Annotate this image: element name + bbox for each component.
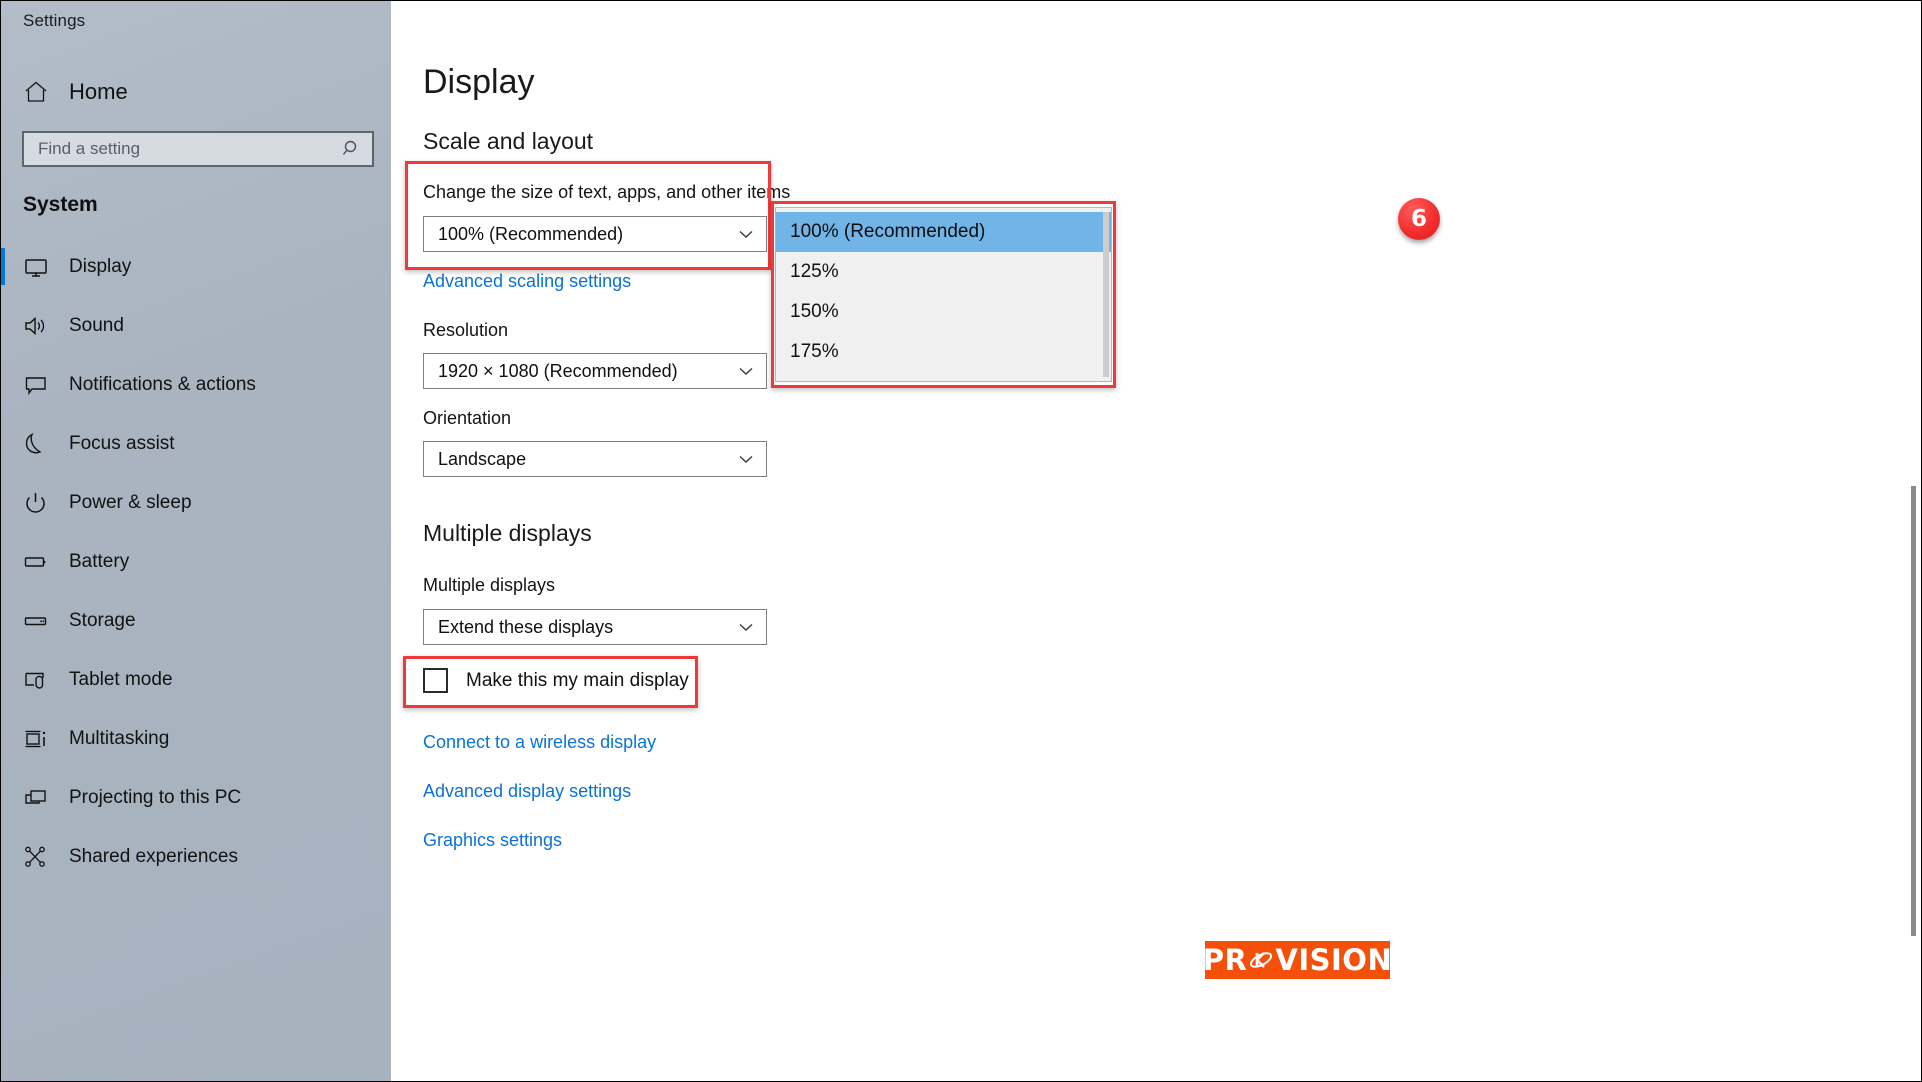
sidebar-item-battery-label: Battery — [69, 550, 130, 572]
multiple-displays-dropdown-value: Extend these displays — [438, 616, 614, 637]
dropdown-option-150-label: 150% — [790, 301, 839, 322]
sidebar-item-shared-experiences-label: Shared experiences — [69, 845, 238, 867]
sidebar-item-home[interactable]: Home — [1, 69, 391, 115]
dropdown-option-175-label: 175% — [790, 341, 839, 362]
sidebar-nav: Display Sound Notifications & actions Fo… — [1, 237, 391, 886]
multitasking-icon — [23, 724, 53, 754]
sidebar-item-storage[interactable]: Storage — [1, 591, 391, 650]
search-box[interactable] — [22, 131, 374, 167]
sidebar-item-home-label: Home — [69, 79, 128, 104]
make-main-display-label: Make this my main display — [466, 669, 689, 691]
sidebar-item-battery[interactable]: Battery — [1, 532, 391, 591]
dropdown-option-125[interactable]: 125% — [776, 252, 1111, 292]
provision-logo-atom-icon — [1248, 946, 1274, 974]
orientation-label: Orientation — [423, 408, 512, 428]
selected-accent-bar — [1, 248, 5, 285]
resolution-label: Resolution — [423, 320, 509, 340]
share-icon — [23, 842, 53, 872]
advanced-scaling-settings-link[interactable]: Advanced scaling settings — [423, 271, 631, 292]
scale-and-layout-heading: Scale and layout — [423, 128, 594, 154]
moon-icon — [23, 429, 53, 459]
sidebar-section-title: System — [23, 193, 98, 216]
orientation-dropdown[interactable]: Landscape — [423, 441, 767, 477]
power-icon — [23, 488, 53, 518]
resolution-dropdown[interactable]: 1920 × 1080 (Recommended) — [423, 353, 767, 389]
provision-logo: PR VISION — [1202, 941, 1393, 979]
dropdown-option-150[interactable]: 150% — [776, 292, 1111, 332]
projecting-icon — [23, 783, 53, 813]
chevron-down-icon — [736, 449, 756, 469]
sidebar-item-multitasking[interactable]: Multitasking — [1, 709, 391, 768]
main-content: Display Scale and layout Change the size… — [392, 1, 1921, 1081]
graphics-settings-link[interactable]: Graphics settings — [423, 830, 562, 851]
sidebar-item-sound-label: Sound — [69, 314, 124, 336]
sidebar-item-tablet-mode[interactable]: Tablet mode — [1, 650, 391, 709]
sidebar-item-focus-assist[interactable]: Focus assist — [1, 414, 391, 473]
provision-logo-text-after: VISION — [1275, 943, 1393, 977]
sidebar-item-display-label: Display — [69, 255, 132, 277]
dropdown-option-175[interactable]: 175% — [776, 332, 1111, 372]
search-input[interactable] — [38, 139, 342, 159]
sidebar-item-power-sleep[interactable]: Power & sleep — [1, 473, 391, 532]
tablet-icon — [23, 665, 53, 695]
vertical-scrollbar[interactable] — [1911, 486, 1916, 936]
resolution-dropdown-value: 1920 × 1080 (Recommended) — [438, 360, 678, 381]
sidebar-item-storage-label: Storage — [69, 609, 136, 631]
dropdown-option-100-label: 100% (Recommended) — [790, 221, 986, 242]
multiple-displays-dropdown[interactable]: Extend these displays — [423, 609, 767, 645]
make-main-display-checkbox-row[interactable]: Make this my main display — [423, 668, 689, 693]
sidebar-item-shared-experiences[interactable]: Shared experiences — [1, 827, 391, 886]
sidebar-item-notifications[interactable]: Notifications & actions — [1, 355, 391, 414]
connect-wireless-display-link[interactable]: Connect to a wireless display — [423, 732, 656, 753]
battery-icon — [23, 547, 53, 577]
home-icon — [23, 79, 53, 105]
provision-logo-text-before: PR — [1202, 943, 1248, 977]
storage-icon — [23, 606, 53, 636]
sidebar-item-projecting[interactable]: Projecting to this PC — [1, 768, 391, 827]
chevron-down-icon — [736, 617, 756, 637]
scale-dropdown[interactable]: 100% (Recommended) — [423, 216, 767, 252]
scale-field-label: Change the size of text, apps, and other… — [423, 182, 791, 202]
sidebar-item-tablet-mode-label: Tablet mode — [69, 668, 173, 690]
sidebar-item-display[interactable]: Display — [1, 237, 391, 296]
sidebar-item-notifications-label: Notifications & actions — [69, 373, 256, 395]
notification-icon — [23, 370, 53, 400]
search-icon — [342, 139, 362, 159]
chevron-down-icon — [736, 224, 756, 244]
multiple-displays-label: Multiple displays — [423, 575, 556, 595]
advanced-display-settings-link[interactable]: Advanced display settings — [423, 781, 631, 802]
multiple-displays-heading: Multiple displays — [423, 520, 592, 546]
step-badge-6: 6 — [1398, 198, 1440, 240]
make-main-display-checkbox[interactable] — [423, 668, 448, 693]
scale-dropdown-value: 100% (Recommended) — [438, 223, 624, 244]
dropdown-option-125-label: 125% — [790, 261, 839, 282]
sidebar: Settings Home System — [1, 1, 391, 1081]
orientation-dropdown-value: Landscape — [438, 448, 527, 469]
monitor-icon — [23, 252, 53, 282]
dropdown-option-100[interactable]: 100% (Recommended) — [776, 212, 1111, 252]
page-title: Display — [423, 63, 535, 101]
window-title: Settings — [23, 11, 86, 30]
sidebar-item-power-sleep-label: Power & sleep — [69, 491, 192, 513]
settings-window: Settings Home System — [0, 0, 1922, 1082]
chevron-down-icon — [736, 361, 756, 381]
sidebar-item-multitasking-label: Multitasking — [69, 727, 170, 749]
dropdown-scrollbar[interactable] — [1103, 212, 1109, 377]
scale-dropdown-list[interactable]: 100% (Recommended) 125% 150% 175% — [775, 207, 1112, 382]
sidebar-item-projecting-label: Projecting to this PC — [69, 786, 242, 808]
sidebar-item-sound[interactable]: Sound — [1, 296, 391, 355]
sidebar-item-focus-assist-label: Focus assist — [69, 432, 175, 454]
speaker-icon — [23, 311, 53, 341]
